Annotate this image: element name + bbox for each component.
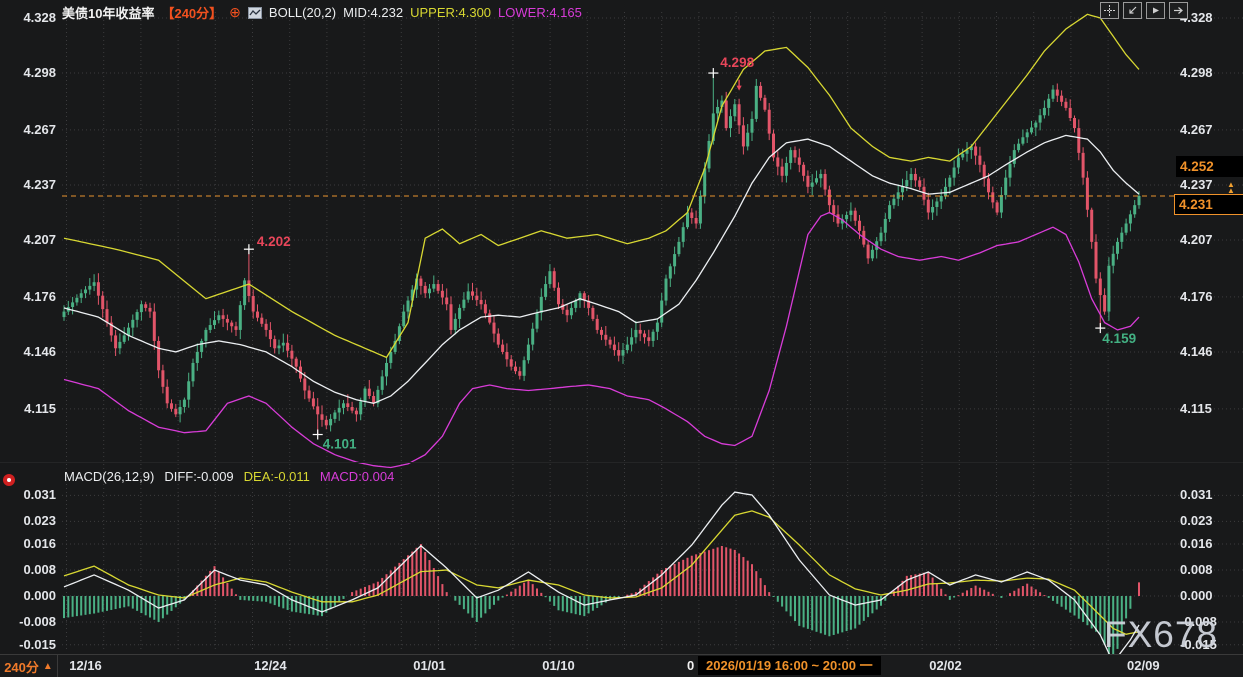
time-axis-bar — [0, 654, 1243, 677]
extreme-price-annotation: 4.101 — [323, 437, 357, 452]
price-tick-label-left: 4.146 — [2, 344, 56, 359]
price-tick-label-right: 4.115 — [1180, 401, 1212, 416]
macd-tick-label-left: -0.015 — [2, 637, 56, 652]
price-tick-label-left: 4.298 — [2, 65, 56, 80]
chart-toolbar — [1100, 2, 1188, 19]
boll-upper-value: UPPER:4.300 — [410, 5, 491, 20]
macd-label: MACD(26,12,9) — [64, 469, 154, 484]
macd-tick-label-left: -0.008 — [2, 614, 56, 629]
price-tick-label-left: 4.115 — [2, 401, 56, 416]
date-tick-label: 01/10 — [531, 658, 587, 673]
price-tick-label-left: 4.237 — [2, 177, 56, 192]
price-tick-label-right: 4.237 — [1180, 177, 1213, 192]
extreme-price-annotation: 4.159 — [1102, 331, 1136, 346]
macd-tick-label-left: 0.000 — [2, 588, 56, 603]
macd-header: MACD(26,12,9) DIFF:-0.009 DEA:-0.011 MAC… — [64, 469, 394, 484]
price-tick-label-right: 4.298 — [1180, 65, 1213, 80]
macd-macd-value: MACD:0.004 — [320, 469, 394, 484]
period-selector-label: 240分 — [4, 657, 39, 676]
macd-tick-label-right: 0.008 — [1180, 562, 1213, 577]
instrument-title: 美债10年收益率 — [62, 3, 154, 22]
chart-canvas[interactable]: 4.298 4.202 4.101 4.159 — [0, 0, 1243, 677]
macd-histogram — [63, 544, 1140, 664]
macd-tick-label-left: 0.016 — [2, 536, 56, 551]
boll-lower-value: LOWER:4.165 — [498, 5, 582, 20]
trading-chart-window: 4.298 4.202 4.101 4.159 美债10年收益率 【240分】 ⊕ B… — [0, 0, 1243, 677]
price-tick-label-right: 4.176 — [1180, 289, 1213, 304]
extreme-price-annotation: 4.202 — [257, 234, 291, 249]
boll-mid-value: MID:4.232 — [343, 5, 403, 20]
crosshair-tool-icon[interactable] — [1100, 2, 1119, 19]
extreme-price-annotation: 4.298 — [720, 55, 754, 70]
macd-tick-label-right: 0.000 — [1180, 588, 1213, 603]
price-tick-label-left: 4.267 — [2, 122, 56, 137]
current-price-marker-icon: ▲▲ — [1227, 182, 1235, 194]
boll-mid-line — [64, 135, 1139, 403]
date-tick-label: 12/16 — [58, 658, 114, 673]
period-selector-arrow-icon: ▲ — [43, 661, 53, 672]
alert-price-label: 4.252 — [1176, 156, 1243, 177]
macd-tick-label-right: 0.031 — [1180, 487, 1213, 502]
price-tick-label-left: 4.207 — [2, 232, 56, 247]
time-range-tooltip: 2026/01/19 16:00 ~ 20:00 一 — [698, 656, 881, 675]
macd-tick-label-left: 0.008 — [2, 562, 56, 577]
current-price-label: 4.231 — [1174, 194, 1243, 215]
boll-label: BOLL(20,2) — [269, 5, 336, 20]
macd-dea-value: DEA:-0.011 — [244, 469, 310, 484]
date-tick-label: 02/02 — [918, 658, 974, 673]
add-indicator-icon[interactable]: ⊕ — [229, 4, 241, 21]
scale-window-icon[interactable] — [1123, 2, 1142, 19]
macd-tick-label-left: 0.023 — [2, 513, 56, 528]
price-tick-label-left: 4.328 — [2, 10, 56, 25]
partial-date-label: 0 — [687, 658, 694, 673]
macd-diff-value: DIFF:-0.009 — [164, 469, 233, 484]
price-tick-label-right: 4.207 — [1180, 232, 1213, 247]
date-tick-label: 01/01 — [402, 658, 458, 673]
macd-tick-label-right: 0.023 — [1180, 513, 1213, 528]
macd-tick-label-right: 0.016 — [1180, 536, 1213, 551]
play-window-icon[interactable] — [1146, 2, 1165, 19]
macd-tick-label-left: 0.031 — [2, 487, 56, 502]
price-tick-label-left: 4.176 — [2, 289, 56, 304]
price-tick-label-right: 4.146 — [1180, 344, 1213, 359]
price-tick-label-right: 4.267 — [1180, 122, 1213, 137]
fx678-watermark: FX678 — [1104, 614, 1218, 656]
period-label: 【240分】 — [161, 3, 222, 22]
shift-window-icon[interactable] — [1169, 2, 1188, 19]
chart-header: 美债10年收益率 【240分】 ⊕ BOLL(20,2) MID:4.232 U… — [62, 3, 582, 22]
dea-line — [64, 511, 1139, 634]
date-tick-label: 12/24 — [242, 658, 298, 673]
mini-chart-icon — [248, 7, 262, 19]
panel-divider — [0, 462, 1243, 463]
date-tick-label: 02/09 — [1115, 658, 1171, 673]
period-selector[interactable]: 240分 ▲ — [0, 655, 58, 677]
diff-line — [64, 492, 1139, 662]
indicator-settings-icon[interactable] — [3, 474, 15, 486]
